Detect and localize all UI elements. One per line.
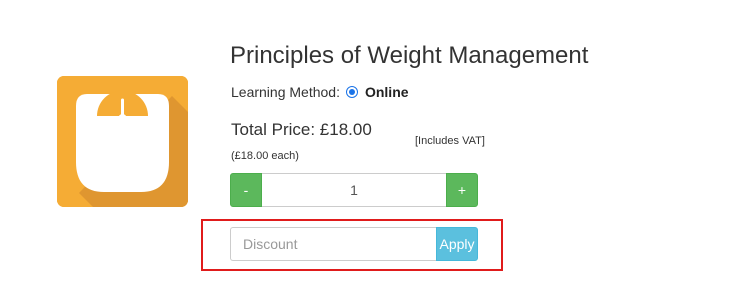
- weighing-scale-icon: [57, 76, 188, 207]
- quantity-stepper: - +: [230, 173, 478, 207]
- decrease-quantity-button[interactable]: -: [230, 173, 262, 207]
- increase-quantity-button[interactable]: +: [446, 173, 478, 207]
- discount-code-input[interactable]: [230, 227, 436, 261]
- learning-method-value[interactable]: Online: [365, 84, 409, 100]
- online-radio-button[interactable]: [345, 86, 358, 98]
- learning-method-row: Learning Method: Online: [231, 83, 409, 101]
- total-price: Total Price: £18.00: [231, 120, 372, 139]
- discount-form: Apply: [230, 227, 478, 261]
- quantity-input[interactable]: [262, 173, 446, 207]
- learning-method-label: Learning Method:: [231, 84, 340, 100]
- product-title: Principles of Weight Management: [230, 42, 589, 69]
- apply-discount-button[interactable]: Apply: [436, 227, 478, 261]
- radio-selected-dot: [348, 89, 355, 95]
- unit-price: (£18.00 each): [231, 150, 299, 162]
- vat-note: [Includes VAT]: [415, 135, 485, 147]
